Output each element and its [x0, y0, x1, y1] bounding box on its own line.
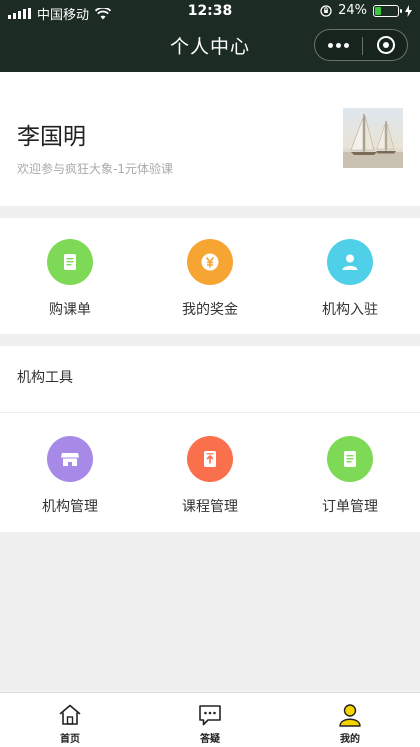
list-document-icon [327, 436, 373, 482]
user-icon [339, 704, 361, 727]
section-title: 机构工具 [17, 370, 73, 386]
profile-card: 李国明 欢迎参与疯狂大象-1元体验课 [0, 72, 420, 206]
home-icon [59, 704, 81, 725]
tab-qa[interactable]: 答疑 [140, 693, 280, 747]
dot-icon [336, 42, 341, 48]
status-bar: 中国移动 12:38 24% [0, 0, 420, 24]
tool-item-institution[interactable]: 机构管理 [0, 436, 140, 516]
status-right: 24% [320, 3, 412, 18]
menu-label: 我的奖金 [182, 302, 238, 318]
more-button[interactable] [315, 30, 362, 60]
avatar[interactable] [343, 108, 403, 168]
tool-label: 机构管理 [42, 499, 98, 515]
tool-label: 课程管理 [182, 499, 238, 515]
storefront-icon [47, 436, 93, 482]
tab-bar: 首页 答疑 我的 [0, 692, 420, 747]
quick-menu: 购课单 我的奖金 机构入驻 [0, 218, 420, 334]
menu-item-cart[interactable]: 购课单 [0, 239, 140, 319]
tab-label: 首页 [60, 734, 80, 745]
welcome-text: 欢迎参与疯狂大象-1元体验课 [17, 162, 173, 176]
user-name: 李国明 [17, 124, 86, 150]
tab-label: 答疑 [200, 734, 220, 745]
tab-home[interactable]: 首页 [0, 693, 140, 747]
charging-icon [405, 4, 412, 17]
orientation-lock-icon [320, 4, 332, 17]
upload-document-icon [187, 436, 233, 482]
tool-label: 订单管理 [322, 499, 378, 515]
document-icon [47, 239, 93, 285]
tool-item-orders[interactable]: 订单管理 [280, 436, 420, 516]
mini-program-capsule [314, 29, 408, 61]
menu-label: 机构入驻 [322, 302, 378, 318]
tab-mine[interactable]: 我的 [280, 693, 420, 747]
battery-icon [373, 4, 402, 17]
chat-bubble-icon [199, 705, 221, 726]
battery-percent: 24% [338, 3, 367, 18]
top-bar: 中国移动 12:38 24% 个人中心 [0, 0, 420, 72]
yen-coin-icon [187, 239, 233, 285]
menu-label: 购课单 [49, 302, 91, 318]
divider [0, 412, 420, 413]
menu-item-join[interactable]: 机构入驻 [280, 239, 420, 319]
dot-icon [328, 42, 333, 48]
tools-section: 机构工具 机构管理 课程管理 订单管理 [0, 346, 420, 532]
dot-icon [344, 42, 349, 48]
close-button[interactable] [363, 30, 409, 60]
target-icon [377, 36, 395, 54]
person-icon [327, 239, 373, 285]
tool-item-course[interactable]: 课程管理 [140, 436, 280, 516]
tab-label: 我的 [340, 734, 360, 745]
menu-item-bonus[interactable]: 我的奖金 [140, 239, 280, 319]
